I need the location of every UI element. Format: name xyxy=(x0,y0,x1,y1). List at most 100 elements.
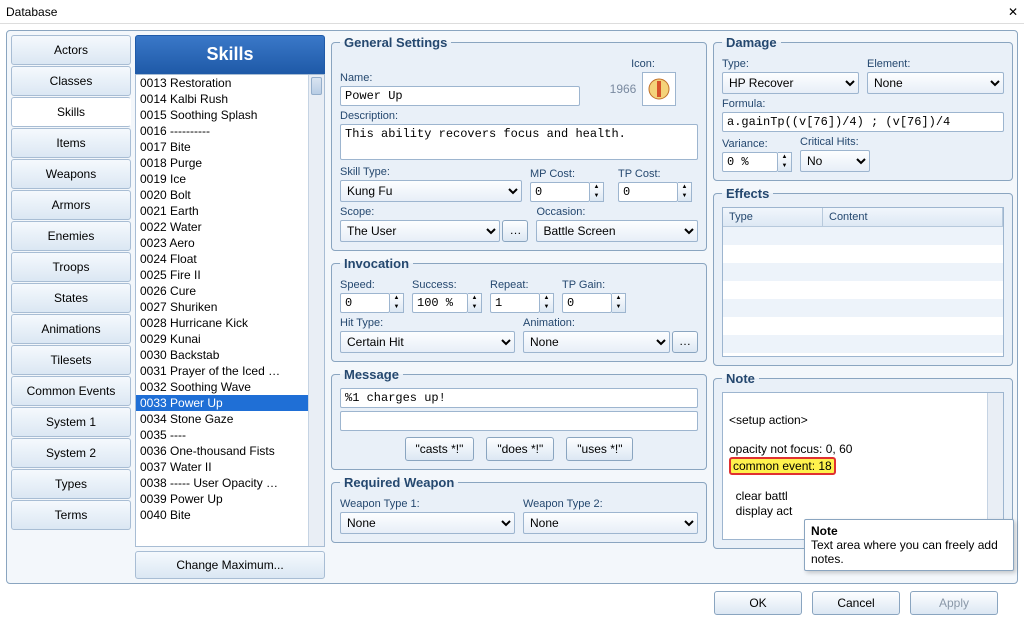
ok-button[interactable]: OK xyxy=(714,591,802,615)
list-item[interactable]: 0029 Kunai xyxy=(136,331,324,347)
tab-system-2[interactable]: System 2 xyxy=(11,438,131,468)
skilltype-select[interactable]: Kung Fu xyxy=(340,180,522,202)
tab-terms[interactable]: Terms xyxy=(11,500,131,530)
list-item[interactable]: 0020 Bolt xyxy=(136,187,324,203)
list-item[interactable]: 0027 Shuriken xyxy=(136,299,324,315)
name-input[interactable] xyxy=(340,86,580,106)
occasion-select[interactable]: Battle Screen xyxy=(536,220,698,242)
msg-uses-button[interactable]: "uses *!" xyxy=(566,437,633,461)
tab-system-1[interactable]: System 1 xyxy=(11,407,131,437)
list-item[interactable]: 0039 Power Up xyxy=(136,491,324,507)
hittype-label: Hit Type: xyxy=(340,317,515,329)
list-item[interactable]: 0013 Restoration xyxy=(136,75,324,91)
apply-button[interactable]: Apply xyxy=(910,591,998,615)
weapon1-select[interactable]: None xyxy=(340,512,515,534)
note-scrollbar[interactable] xyxy=(987,393,1003,539)
success-input[interactable] xyxy=(412,293,468,313)
cancel-button[interactable]: Cancel xyxy=(812,591,900,615)
tab-armors[interactable]: Armors xyxy=(11,190,131,220)
list-item[interactable]: 0038 ----- User Opacity … xyxy=(136,475,324,491)
tab-weapons[interactable]: Weapons xyxy=(11,159,131,189)
tab-common-events[interactable]: Common Events xyxy=(11,376,131,406)
message-line2-input[interactable] xyxy=(340,411,698,431)
mpcost-input[interactable] xyxy=(530,182,590,202)
hittype-select[interactable]: Certain Hit xyxy=(340,331,515,353)
list-item[interactable]: 0037 Water II xyxy=(136,459,324,475)
list-item[interactable]: 0014 Kalbi Rush xyxy=(136,91,324,107)
list-item[interactable]: 0016 ---------- xyxy=(136,123,324,139)
msg-casts-button[interactable]: "casts *!" xyxy=(405,437,475,461)
weapon2-select[interactable]: None xyxy=(523,512,698,534)
list-item[interactable]: 0018 Purge xyxy=(136,155,324,171)
list-item[interactable]: 0028 Hurricane Kick xyxy=(136,315,324,331)
message-line1-input[interactable] xyxy=(340,388,698,408)
list-item[interactable]: 0024 Float xyxy=(136,251,324,267)
dmg-type-select[interactable]: HP Recover xyxy=(722,72,859,94)
database-dialog: Actors Classes Skills Items Weapons Armo… xyxy=(6,30,1018,584)
list-item[interactable]: 0022 Water xyxy=(136,219,324,235)
tab-animations[interactable]: Animations xyxy=(11,314,131,344)
description-label: Description: xyxy=(340,110,698,122)
tab-items[interactable]: Items xyxy=(11,128,131,158)
list-item[interactable]: 0015 Soothing Splash xyxy=(136,107,324,123)
animation-select[interactable]: None xyxy=(523,331,670,353)
damage-group: Damage Type:HP Recover Element:None Form… xyxy=(713,35,1013,181)
list-item[interactable]: 0034 Stone Gaze xyxy=(136,411,324,427)
animation-more-button[interactable]: … xyxy=(672,331,698,353)
note-textarea[interactable]: <setup action> opacity not focus: 0, 60 … xyxy=(722,392,1004,540)
note-line-setup: <setup action> xyxy=(729,413,808,427)
reqweapon-legend: Required Weapon xyxy=(340,475,458,490)
variance-input[interactable] xyxy=(722,152,778,172)
formula-input[interactable] xyxy=(722,112,1004,132)
list-item[interactable]: 0019 Ice xyxy=(136,171,324,187)
list-item[interactable]: 0026 Cure xyxy=(136,283,324,299)
tpgain-input[interactable] xyxy=(562,293,612,313)
tab-tilesets[interactable]: Tilesets xyxy=(11,345,131,375)
invocation-legend: Invocation xyxy=(340,256,413,271)
msg-does-button[interactable]: "does *!" xyxy=(486,437,554,461)
close-icon[interactable]: ✕ xyxy=(1008,5,1018,19)
required-weapon-group: Required Weapon Weapon Type 1:None Weapo… xyxy=(331,475,707,543)
list-item[interactable]: 0023 Aero xyxy=(136,235,324,251)
scrollbar[interactable] xyxy=(308,75,324,546)
description-input[interactable]: This ability recovers focus and health. xyxy=(340,124,698,160)
tpcost-input[interactable] xyxy=(618,182,678,202)
damage-legend: Damage xyxy=(722,35,781,50)
speed-input[interactable] xyxy=(340,293,390,313)
tab-enemies[interactable]: Enemies xyxy=(11,221,131,251)
list-item[interactable]: 0017 Bite xyxy=(136,139,324,155)
tab-troops[interactable]: Troops xyxy=(11,252,131,282)
list-item[interactable]: 0021 Earth xyxy=(136,203,324,219)
tab-states[interactable]: States xyxy=(11,283,131,313)
list-item[interactable]: 0033 Power Up xyxy=(136,395,324,411)
repeat-input[interactable] xyxy=(490,293,540,313)
tab-classes[interactable]: Classes xyxy=(11,66,131,96)
scope-select[interactable]: The User xyxy=(340,220,500,242)
dmg-element-label: Element: xyxy=(867,58,1004,70)
repeat-label: Repeat: xyxy=(490,279,554,291)
speed-label: Speed: xyxy=(340,279,404,291)
list-item[interactable]: 0032 Soothing Wave xyxy=(136,379,324,395)
change-maximum-button[interactable]: Change Maximum... xyxy=(135,551,325,579)
scope-label: Scope: xyxy=(340,206,528,218)
skill-list[interactable]: 0013 Restoration0014 Kalbi Rush0015 Soot… xyxy=(135,74,325,547)
list-item[interactable]: 0040 Bite xyxy=(136,507,324,523)
list-item[interactable]: 0030 Backstab xyxy=(136,347,324,363)
tab-types[interactable]: Types xyxy=(11,469,131,499)
list-item[interactable]: 0035 ---- xyxy=(136,427,324,443)
tab-skills[interactable]: Skills xyxy=(11,97,131,127)
window-title: Database xyxy=(6,5,57,19)
list-item[interactable]: 0031 Prayer of the Iced … xyxy=(136,363,324,379)
effects-grid[interactable]: Type Content xyxy=(722,207,1004,357)
skill-icon[interactable] xyxy=(642,72,676,106)
list-item[interactable]: 0025 Fire II xyxy=(136,267,324,283)
scrollbar-thumb[interactable] xyxy=(311,77,322,95)
weapon2-label: Weapon Type 2: xyxy=(523,498,698,510)
tab-actors[interactable]: Actors xyxy=(11,35,131,65)
dmg-element-select[interactable]: None xyxy=(867,72,1004,94)
list-item[interactable]: 0036 One-thousand Fists xyxy=(136,443,324,459)
scope-more-button[interactable]: … xyxy=(502,220,528,242)
effects-col-content: Content xyxy=(823,208,1003,226)
crit-select[interactable]: No xyxy=(800,150,870,172)
tooltip: Note Text area where you can freely add … xyxy=(804,519,1014,571)
